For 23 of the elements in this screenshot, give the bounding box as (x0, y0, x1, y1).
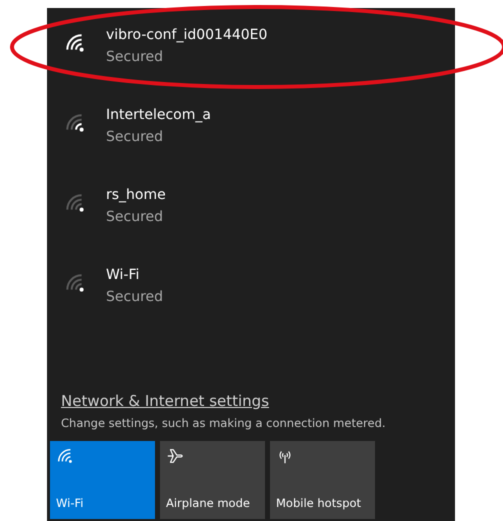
network-item[interactable]: Wi-Fi Secured (47, 264, 455, 344)
airplane-icon (166, 447, 184, 465)
settings-link[interactable]: Network & Internet settings (61, 392, 270, 410)
quick-action-tile[interactable]: Mobile hotspot (270, 441, 375, 519)
wifi-signal-icon (64, 192, 86, 214)
wifi-signal-icon (64, 272, 86, 294)
wifi-signal-icon (64, 32, 86, 54)
network-name: vibro-conf_id001440E0 (106, 26, 268, 45)
quick-action-tile[interactable]: Airplane mode (160, 441, 265, 519)
network-item[interactable]: rs_home Secured (47, 184, 455, 264)
network-item[interactable]: vibro-conf_id001440E0 Secured (47, 24, 455, 104)
wifi-signal-icon (64, 112, 86, 134)
network-status: Secured (106, 128, 164, 147)
network-status: Secured (106, 208, 164, 227)
network-item[interactable]: Intertelecom_a Secured (47, 104, 455, 184)
network-status: Secured (106, 48, 164, 67)
wifi-icon (56, 447, 74, 465)
quick-action-tile[interactable]: Wi-Fi (50, 441, 155, 519)
network-name: rs_home (106, 186, 166, 205)
network-name: Wi-Fi (106, 266, 140, 285)
network-name: Intertelecom_a (106, 106, 211, 125)
network-status: Secured (106, 288, 164, 307)
settings-description: Change settings, such as making a connection metered. (61, 416, 386, 430)
